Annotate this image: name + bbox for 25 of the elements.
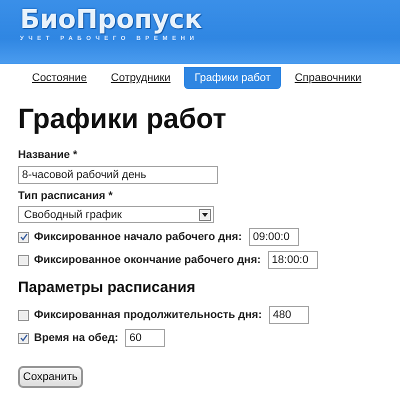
option-label: Время на обед: (34, 332, 118, 344)
save-button[interactable]: Сохранить (18, 366, 83, 388)
section-title: Параметры расписания (18, 279, 196, 296)
input-field[interactable]: 60 (125, 329, 166, 347)
option-label: Фиксированное начало рабочего дня: (34, 231, 242, 243)
name-field[interactable]: 8-часовой рабочий день (18, 166, 218, 184)
caret-icon (202, 212, 208, 216)
input-field[interactable]: 09:00:0 (248, 228, 299, 246)
nav-tab[interactable]: Справочники (284, 67, 372, 89)
page-title: Графики работ (18, 103, 228, 135)
option-label: Фиксированная продолжительность дня: (34, 309, 262, 321)
nav-tab[interactable]: Графики работ (184, 67, 281, 89)
logo: БиоПропуск (20, 6, 202, 34)
nav-tab[interactable]: Состояние (22, 67, 97, 89)
field-label: Тип расписания * (18, 190, 114, 202)
field-label: Название * (18, 149, 78, 161)
input-field[interactable]: 480 (268, 306, 309, 324)
checkbox[interactable] (18, 332, 29, 344)
option-label: Фиксированное окончание рабочего дня: (34, 254, 261, 266)
checkbox[interactable] (18, 310, 29, 320)
nav-tab[interactable]: Сотрудники (100, 67, 180, 89)
checkbox[interactable] (18, 254, 29, 266)
checkbox[interactable] (18, 232, 29, 242)
type-select[interactable]: Свободный график (18, 206, 214, 223)
input-field[interactable]: 18:00:0 (268, 251, 318, 269)
